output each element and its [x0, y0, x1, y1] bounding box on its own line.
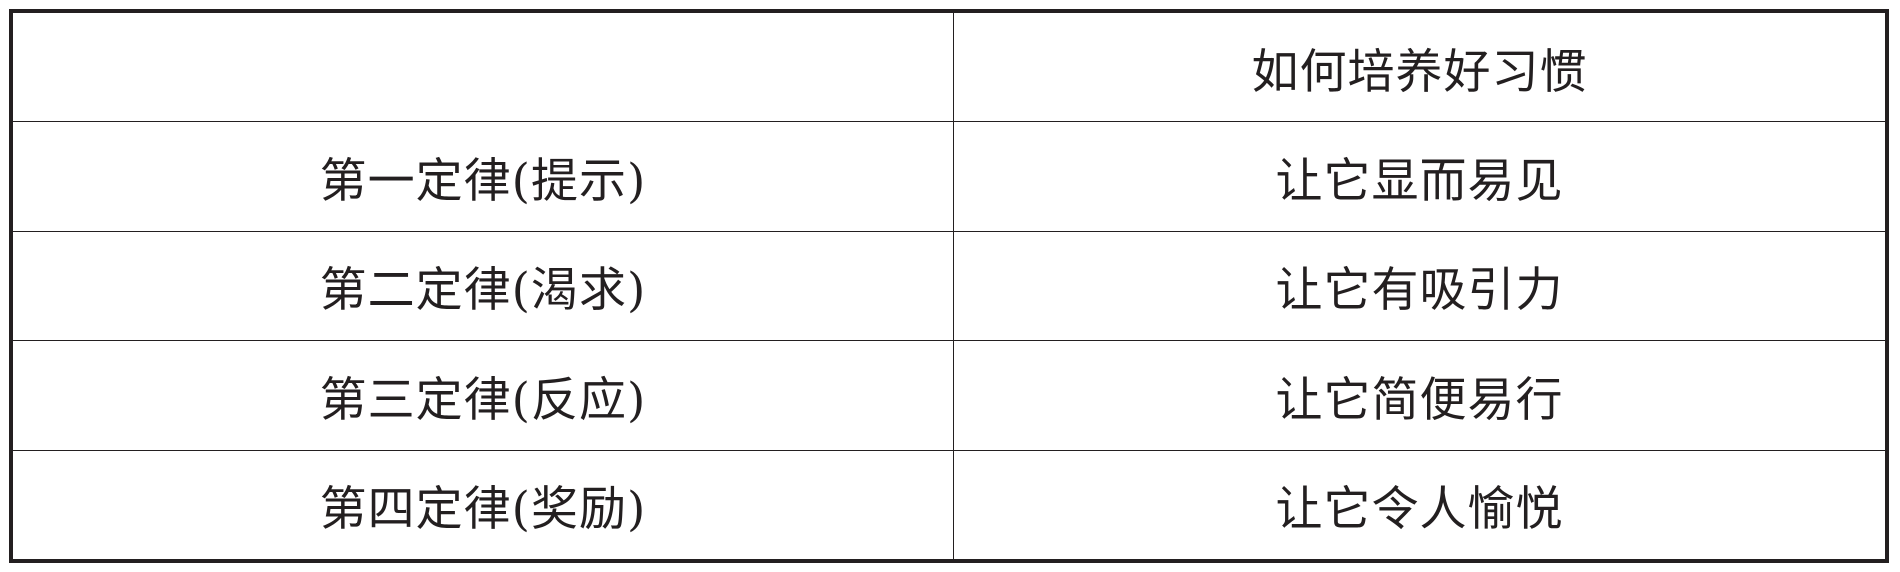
habit-laws-table: 如何培养好习惯 第一定律(提示) 让它显而易见 第二定律(渴求) 让它有吸引力 …	[13, 13, 1885, 559]
law-name-cell: 第三定律(反应)	[13, 340, 954, 451]
header-cell-empty	[13, 13, 954, 123]
table-row: 第三定律(反应) 让它简便易行	[13, 340, 1885, 451]
law-action-cell: 让它令人愉悦	[953, 449, 1885, 559]
law-action-cell: 让它有吸引力	[953, 230, 1885, 342]
law-name-cell: 第四定律(奖励)	[13, 449, 954, 559]
habit-laws-table-frame: 如何培养好习惯 第一定律(提示) 让它显而易见 第二定律(渴求) 让它有吸引力 …	[9, 9, 1889, 563]
table-row: 第四定律(奖励) 让它令人愉悦	[13, 449, 1885, 559]
table-row: 第二定律(渴求) 让它有吸引力	[13, 230, 1885, 342]
table-row: 第一定律(提示) 让它显而易见	[13, 121, 1885, 232]
header-cell-title: 如何培养好习惯	[953, 13, 1885, 123]
law-name-cell: 第二定律(渴求)	[13, 230, 954, 342]
law-action-cell: 让它显而易见	[953, 121, 1885, 232]
law-action-cell: 让它简便易行	[953, 340, 1885, 451]
table-header-row: 如何培养好习惯	[13, 13, 1885, 123]
law-name-cell: 第一定律(提示)	[13, 121, 954, 232]
